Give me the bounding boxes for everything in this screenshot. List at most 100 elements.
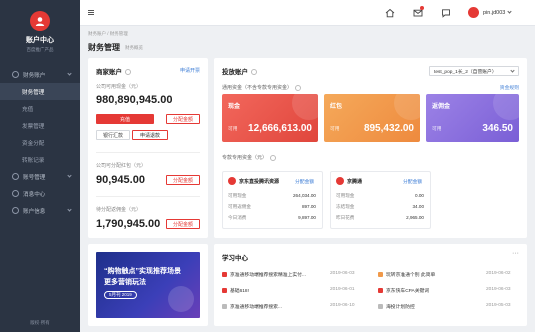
allocate-cash-button[interactable]: 分配金额 xyxy=(166,114,200,124)
rebate-tile: 返佣金 可用 346.50 xyxy=(426,86,527,142)
media-fund-box: 京腾通 分配金额 可用现金 0.00 冻结现金 34.00 昨日花费 2,965… xyxy=(330,171,431,229)
divider xyxy=(96,196,200,197)
sidebar-item-label: 财务账户 xyxy=(23,72,46,79)
dedicated-funds-label-text: 专款专用资金（元） xyxy=(222,155,268,161)
apply-refund-button[interactable]: 申请退款 xyxy=(132,130,168,140)
sidebar-item-message-center[interactable]: 消息中心 xyxy=(0,185,80,202)
coupon-label: 公司可分配红包（元） xyxy=(96,163,147,169)
news-title: 玩转京准通个别 此简单 xyxy=(386,273,436,278)
ad-account-title: 投放账户 xyxy=(222,66,257,76)
mail-icon[interactable] xyxy=(412,6,424,18)
sidebar-item-label: 消息中心 xyxy=(23,191,46,198)
tile-decoration xyxy=(292,86,326,120)
user-menu[interactable]: pin.jd003 xyxy=(468,7,512,18)
media-row-value: 0.00 xyxy=(415,193,424,198)
sidebar: 账户中心 百度推广产品 财务账户 财务管理 充值 发票管理 资金分配 转账记录 … xyxy=(0,0,80,332)
general-funds-label: 通用资金（不含专款专用资金） xyxy=(222,84,302,91)
allocate-coupon-button[interactable]: 分配金额 xyxy=(166,175,200,185)
merchant-account-title-text: 商家账户 xyxy=(96,69,122,76)
divider xyxy=(96,152,200,153)
banner-decoration xyxy=(168,286,194,312)
merchant-account-title: 商家账户 xyxy=(96,66,131,76)
sidebar-item-invoice[interactable]: 发票管理 xyxy=(0,117,80,134)
merchant-account-card: 商家账户 申请开票 公司可用现金（元） 980,890,945.00 充值 分配… xyxy=(88,58,208,238)
news-title: 京准通移动端推荐搜索... xyxy=(230,305,282,310)
sidebar-item-label: 资金分配 xyxy=(22,140,45,147)
username: pin.jd003 xyxy=(483,9,506,16)
home-icon[interactable] xyxy=(384,7,395,18)
tile-name: 红包 xyxy=(330,104,343,110)
banner-subheadline: 更多营销玩法 xyxy=(104,279,146,286)
menu-toggle-icon[interactable] xyxy=(88,10,94,15)
sidebar-item-account-management[interactable]: 账号管理 xyxy=(0,168,80,185)
help-icon[interactable] xyxy=(251,69,257,76)
tile-amount: 895,432.00 xyxy=(363,123,414,134)
media-fund-box: 京东直投腾讯资源 分配金额 可用现金 264,034.00 可用返佣金 897.… xyxy=(222,171,323,229)
sidebar-item-fund-allocation[interactable]: 资金分配 xyxy=(0,134,80,151)
message-icon xyxy=(12,190,19,197)
account-select[interactable]: test_pop_1长_2（自营账户） xyxy=(429,66,519,76)
media-allocate-link[interactable]: 分配金额 xyxy=(403,178,422,185)
tile-name: 现金 xyxy=(228,104,241,110)
media-row-label: 可用现金 xyxy=(228,193,247,198)
news-item[interactable]: 京准通移动端推荐搜索精准上实付... xyxy=(222,271,306,278)
allocate-rebate-button[interactable]: 分配金额 xyxy=(166,219,200,229)
media-logo-icon xyxy=(336,177,344,185)
news-tag xyxy=(378,272,383,277)
tile-name: 返佣金 xyxy=(432,104,451,110)
recharge-button[interactable]: 充值 xyxy=(96,114,154,124)
news-title: 京东快车CPA关键词 xyxy=(386,289,430,294)
media-row-value: 2,965.00 xyxy=(406,215,424,220)
news-date: 2019-05-03 xyxy=(486,303,511,308)
cash-tile: 现金 可用 12,666,613.00 xyxy=(222,86,326,142)
help-icon[interactable] xyxy=(125,69,131,76)
media-name: 京东直投腾讯资源 xyxy=(239,179,280,185)
news-date: 2019-06-01 xyxy=(330,287,355,292)
general-funds-label-text: 通用资金（不含专款专用资金） xyxy=(222,85,293,91)
sidebar-item-label: 转账记录 xyxy=(22,157,45,164)
news-item[interactable]: 玩转京准通个别 此简单 xyxy=(378,271,435,278)
banner-issue-pill: 5月刊 2019 xyxy=(104,291,137,299)
news-item[interactable]: 京准通移动端推荐搜索... xyxy=(222,303,282,310)
chat-icon[interactable] xyxy=(440,7,451,18)
tile-use-label: 可用 xyxy=(432,127,442,132)
sidebar-item-recharge[interactable]: 充值 xyxy=(0,100,80,117)
media-row-value: 9,897.00 xyxy=(298,215,316,220)
bank-transfer-button[interactable]: 银行汇款 xyxy=(96,130,130,140)
promo-banner[interactable]: “购物触点”实现推荐场景 更多营销玩法 5月刊 2019 xyxy=(96,252,200,318)
news-item[interactable]: 基础618! xyxy=(222,287,249,294)
media-row-label: 可用返佣金 xyxy=(228,204,251,209)
sidebar-item-label: 账号管理 xyxy=(23,174,46,181)
news-title: 基础618! xyxy=(230,289,249,294)
news-item[interactable]: 海投计划防控 xyxy=(378,303,415,310)
ad-account-title-text: 投放账户 xyxy=(222,69,248,76)
sidebar-item-label: 发票管理 xyxy=(22,123,45,130)
chevron-down-icon xyxy=(67,207,72,212)
media-row-value: 34.00 xyxy=(412,204,425,209)
media-row-label: 昨日花费 xyxy=(336,215,355,220)
apply-invoice-link[interactable]: 申请开票 xyxy=(180,67,200,74)
news-item[interactable]: 京东快车CPA关键词 xyxy=(378,287,429,294)
banner-headline: “购物触点”实现推荐场景 xyxy=(104,268,181,275)
tile-use-label: 可用 xyxy=(228,127,238,132)
sidebar-item-finance-management[interactable]: 财务管理 xyxy=(0,83,80,100)
media-allocate-link[interactable]: 分配金额 xyxy=(295,178,314,185)
sidebar-item-label: 账户信息 xyxy=(23,208,46,215)
news-tag xyxy=(222,288,227,293)
news-date: 2019-06-03 xyxy=(330,271,355,276)
user-icon xyxy=(12,173,19,180)
avatar xyxy=(468,7,479,18)
sidebar-item-account-info[interactable]: 账户信息 xyxy=(0,202,80,219)
help-icon[interactable] xyxy=(270,154,277,161)
sidebar-item-finance-account[interactable]: 财务账户 xyxy=(0,66,80,83)
chevron-down-icon xyxy=(67,71,72,76)
news-title: 京准通移动端推荐搜索精准上实付... xyxy=(230,273,306,278)
sidebar-item-transfer-records[interactable]: 转账记录 xyxy=(0,151,80,168)
media-row-label: 冻结现金 xyxy=(336,204,355,209)
cash-balance-label: 公司可用现金（元） xyxy=(96,84,142,90)
more-icon[interactable]: ··· xyxy=(512,250,519,257)
chevron-down-icon xyxy=(507,9,512,14)
account-select-value: test_pop_1长_2（自营账户） xyxy=(434,69,497,75)
topbar: pin.jd003 xyxy=(80,0,535,26)
coupon-value: 90,945.00 xyxy=(96,174,145,186)
